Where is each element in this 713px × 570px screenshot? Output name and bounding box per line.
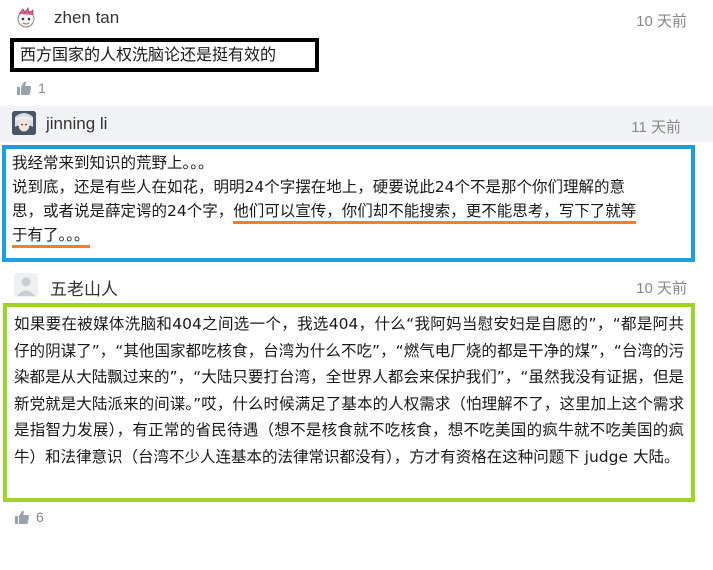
like-count: 6 (36, 509, 44, 525)
avatar[interactable] (14, 6, 38, 30)
comment-line: 说到底，还是有些人在如花，明明24个字摆在地上，硬要说此24个不是那个你们理解的… (12, 178, 625, 196)
comment-text: 如果要在被媒体洗脑和404之间选一个，我选404，什么“我阿妈当慰安妇是自愿的”… (14, 315, 684, 466)
comment-header-2: jinning li 11 天前 (0, 106, 713, 142)
thumbs-up-icon (15, 510, 30, 524)
like-button[interactable]: 6 (14, 507, 44, 527)
timestamp: 10 天前 (636, 280, 687, 297)
comment-text: 西方国家的人权洗脑论还是挺有效的 (20, 45, 277, 64)
like-count: 1 (38, 80, 46, 96)
highlighted-text: 他们可以宣传，你们却不能搜索，更不能思考，写下了就等 (233, 202, 637, 224)
comment-text: 我经常来到知识的荒野上。。。 说到底，还是有些人在如花，明明24个字摆在地上，硬… (6, 149, 691, 249)
timestamp: 10 天前 (636, 13, 687, 30)
like-button[interactable]: 1 (16, 78, 46, 98)
avatar-anime-icon (12, 111, 36, 135)
highlighted-text: 于有了。。。 (12, 226, 90, 248)
comment-body-box-3: 如果要在被媒体洗脑和404之间选一个，我选404，什么“我阿妈当慰安妇是自愿的”… (3, 303, 695, 502)
author-name[interactable]: 五老山人 (50, 275, 118, 300)
thumbs-up-icon (17, 81, 32, 95)
author-name[interactable]: jinning li (46, 114, 107, 134)
timestamp: 11 天前 (631, 119, 681, 136)
default-avatar-icon (14, 273, 38, 297)
comment-line: 我经常来到知识的荒野上。。。 (12, 154, 214, 172)
avatar-cartoon-icon (17, 6, 35, 28)
comment-line: 思，或者说是薛定谔的24个字，他们可以宣传，你们却不能搜索，更不能思考，写下了就… (12, 199, 685, 224)
author-name[interactable]: zhen tan (54, 8, 119, 28)
comment-body-box-1: 西方国家的人权洗脑论还是挺有效的 (10, 38, 319, 72)
comment-header-3: 五老山人 10 天前 (0, 268, 713, 302)
comment-body-box-2: 我经常来到知识的荒野上。。。 说到底，还是有些人在如花，明明24个字摆在地上，硬… (2, 145, 695, 262)
avatar[interactable] (14, 273, 38, 297)
avatar[interactable] (12, 111, 36, 135)
comment-header-1: zhen tan 10 天前 (0, 2, 713, 34)
comment-text-segment: 思，或者说是薛定谔的24个字， (12, 202, 234, 220)
comment-line: 于有了。。。 (12, 223, 685, 248)
